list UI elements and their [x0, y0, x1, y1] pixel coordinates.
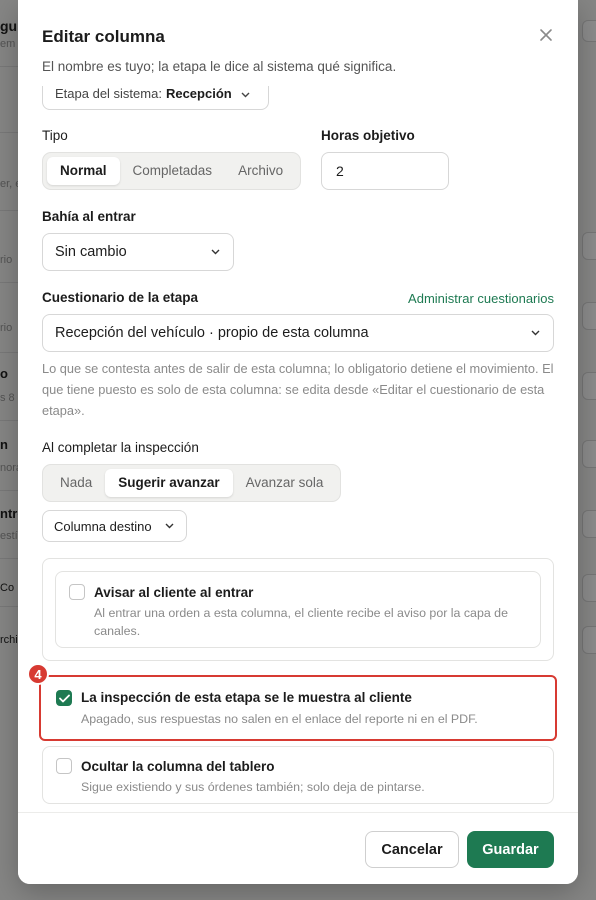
inspection-segmented-control: Nada Sugerir avanzar Avanzar sola — [42, 464, 342, 502]
target-hours-input[interactable]: 2 — [321, 152, 449, 190]
check-icon — [58, 694, 70, 702]
show-inspection-option[interactable]: La inspección de esta etapa se le muestr… — [42, 678, 554, 738]
modal-footer: Cancelar Guardar — [18, 812, 578, 884]
questionnaire-help: Lo que se contesta antes de salir de est… — [42, 361, 554, 418]
edit-column-modal: Editar columna El nombre es tuyo; la eta… — [18, 0, 578, 884]
modal-body[interactable]: Etapa del sistema: Recepción Tipo Normal… — [18, 86, 578, 812]
save-button[interactable]: Guardar — [467, 831, 554, 868]
system-stage-value: Recepción — [165, 86, 232, 101]
system-stage-select[interactable]: Etapa del sistema: Recepción — [42, 86, 269, 110]
hide-column-title: Ocultar la columna del tablero — [81, 759, 275, 774]
bay-label: Bahía al entrar — [42, 209, 136, 224]
questionnaire-select[interactable]: Recepción del vehículo · propio de esta … — [42, 314, 554, 352]
type-segmented-control: Normal Completadas Archivo — [42, 152, 302, 190]
show-inspection-checkbox[interactable] — [56, 690, 72, 706]
destination-column-select[interactable]: Columna destino — [42, 510, 187, 542]
inspection-option-avanzar[interactable]: Avanzar sola — [233, 469, 337, 497]
inspection-option-sugerir[interactable]: Sugerir avanzar — [105, 469, 233, 497]
cancel-button[interactable]: Cancelar — [365, 831, 459, 868]
questionnaire-select-value: Recepción del vehículo · propio de esta … — [55, 325, 369, 341]
inspection-option-nada[interactable]: Nada — [47, 469, 105, 497]
step-badge: 4 — [27, 663, 49, 685]
modal-title: Editar columna — [42, 27, 165, 46]
show-inspection-title: La inspección de esta etapa se le muestr… — [81, 690, 412, 705]
notify-client-desc: Al entrar una orden a esta columna, el c… — [94, 606, 508, 638]
bay-select-value: Sin cambio — [55, 244, 127, 260]
target-hours-label: Horas objetivo — [321, 128, 415, 143]
on-inspection-complete-label: Al completar la inspección — [42, 440, 199, 455]
modal-subtitle: El nombre es tuyo; la etapa le dice al s… — [42, 59, 397, 74]
system-stage-label: Etapa del sistema: — [55, 86, 162, 101]
notify-client-checkbox[interactable] — [69, 584, 85, 600]
hide-column-checkbox[interactable] — [56, 758, 72, 774]
chevron-down-icon — [240, 89, 252, 101]
hide-column-option[interactable]: Ocultar la columna del tablero Sigue exi… — [42, 746, 554, 804]
destination-column-label: Columna destino — [54, 518, 152, 534]
type-option-archivo[interactable]: Archivo — [225, 157, 296, 185]
type-option-completadas[interactable]: Completadas — [120, 157, 226, 185]
target-hours-value: 2 — [336, 163, 344, 179]
notify-client-title: Avisar al cliente al entrar — [94, 585, 254, 600]
type-option-normal[interactable]: Normal — [47, 157, 120, 185]
chevron-down-icon — [529, 327, 541, 339]
type-label: Tipo — [42, 128, 68, 143]
chevron-down-icon — [163, 520, 175, 532]
close-icon[interactable] — [536, 26, 556, 46]
hide-column-desc: Sigue existiendo y sus órdenes también; … — [81, 780, 425, 794]
chevron-down-icon — [209, 246, 221, 258]
show-inspection-desc: Apagado, sus respuestas no salen en el e… — [81, 712, 478, 726]
bay-select[interactable]: Sin cambio — [42, 233, 234, 271]
questionnaire-label: Cuestionario de la etapa — [42, 290, 199, 305]
notify-client-option[interactable]: Avisar al cliente al entrar Al entrar un… — [55, 571, 541, 648]
manage-questionnaires-link[interactable]: Administrar cuestionarios — [408, 291, 554, 306]
modal-header: Editar columna El nombre es tuyo; la eta… — [18, 0, 578, 86]
